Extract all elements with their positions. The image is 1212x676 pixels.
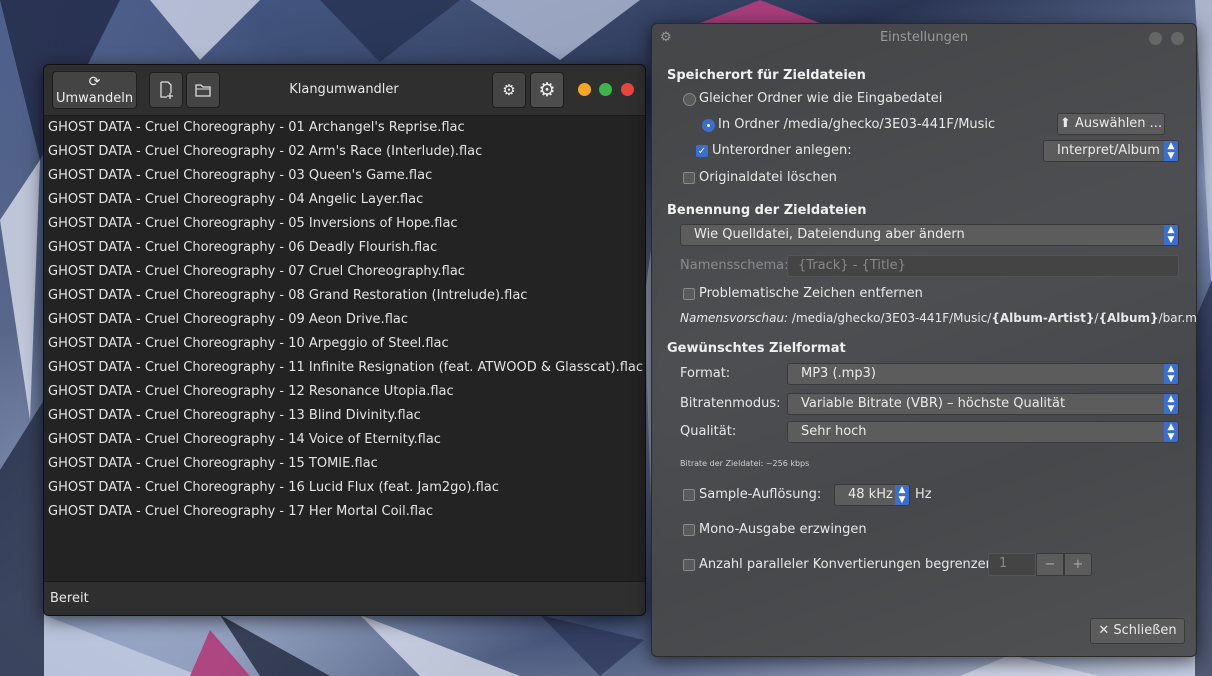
name-preview: Namensvorschau: /media/ghecko/3E03-441F/… xyxy=(680,311,1197,325)
add-folder-button[interactable] xyxy=(186,72,220,108)
list-item[interactable]: GHOST DATA - Cruel Choreography - 10 Arp… xyxy=(44,332,645,356)
upload-icon: ⬆ xyxy=(1059,116,1071,131)
chevron-updown-icon: ▲ ▼ xyxy=(1164,394,1178,414)
naming-select[interactable]: Wie Quelldatei, Dateiendung aber ändern … xyxy=(680,224,1179,246)
close-dialog-button[interactable] xyxy=(1171,32,1184,45)
sample-label: Sample-Auflösung: xyxy=(699,487,822,502)
subfolder-checkbox[interactable]: ✓ xyxy=(696,145,708,157)
header-bar: ⟳ Umwandeln Klangumwandler ⚙ ⚙ xyxy=(44,65,645,116)
list-item[interactable]: GHOST DATA - Cruel Choreography - 11 Inf… xyxy=(44,356,645,380)
sample-unit: Hz xyxy=(915,487,932,502)
preview-file: /bar.mp3 xyxy=(1158,311,1197,325)
file-list[interactable]: GHOST DATA - Cruel Choreography - 01 Arc… xyxy=(44,116,645,524)
add-file-button[interactable] xyxy=(149,72,183,108)
convert-label: Umwandeln xyxy=(55,90,134,106)
same-folder-label: Gleicher Ordner wie die Eingabedatei xyxy=(699,91,943,106)
parallel-checkbox[interactable] xyxy=(683,559,695,571)
list-item[interactable]: GHOST DATA - Cruel Choreography - 07 Cru… xyxy=(44,260,645,284)
bitrate-note: Bitrate der Zieldatei: ~256 kbps xyxy=(680,459,810,468)
delete-original-label: Originaldatei löschen xyxy=(699,170,837,185)
bitrate-mode-label: Bitratenmodus: xyxy=(680,396,781,411)
mono-checkbox[interactable] xyxy=(683,524,695,536)
convert-button[interactable]: ⟳ Umwandeln xyxy=(52,71,137,109)
delete-original-checkbox[interactable] xyxy=(683,172,695,184)
subfolder-value: Interpret/Album xyxy=(1057,143,1160,158)
subfolder-select[interactable]: Interpret/Album ▲ ▼ xyxy=(1043,140,1179,162)
gear-icon: ⚙ xyxy=(502,81,516,99)
section-location-heading: Speicherort für Zieldateien xyxy=(667,68,866,83)
remove-chars-label: Problematische Zeichen entfernen xyxy=(699,286,923,301)
format-value: MP3 (.mp3) xyxy=(801,366,876,381)
close-button[interactable]: ✕ Schließen xyxy=(1090,618,1185,644)
sample-value: 48 kHz xyxy=(848,487,893,502)
minimize-button[interactable] xyxy=(1149,32,1162,45)
choose-folder-label: Auswählen ... xyxy=(1074,116,1163,131)
chevron-updown-icon: ▲ ▼ xyxy=(895,485,909,505)
list-item[interactable]: GHOST DATA - Cruel Choreography - 13 Bli… xyxy=(44,404,645,428)
increment-button[interactable]: + xyxy=(1064,553,1092,576)
bitrate-mode-value: Variable Bitrate (VBR) – höchste Qualitä… xyxy=(801,396,1066,411)
choose-folder-button[interactable]: ⬆ Auswählen ... xyxy=(1057,113,1165,135)
same-folder-radio[interactable] xyxy=(683,93,696,106)
settings-button[interactable]: ⚙ xyxy=(530,72,564,108)
quality-value: Sehr hoch xyxy=(801,424,867,439)
subfolder-label: Unterordner anlegen: xyxy=(712,143,852,158)
decrement-button[interactable]: − xyxy=(1036,553,1064,576)
dialog-title: Einstellungen xyxy=(879,30,969,45)
list-item[interactable]: GHOST DATA - Cruel Choreography - 04 Ang… xyxy=(44,188,645,212)
list-item[interactable]: GHOST DATA - Cruel Choreography - 14 Voi… xyxy=(44,428,645,452)
status-bar: Bereit xyxy=(44,581,645,615)
section-naming-heading: Benennung der Zieldateien xyxy=(667,203,867,218)
list-item[interactable]: GHOST DATA - Cruel Choreography - 02 Arm… xyxy=(44,140,645,164)
list-item[interactable]: GHOST DATA - Cruel Choreography - 15 TOM… xyxy=(44,452,645,476)
refresh-icon: ⟳ xyxy=(88,73,101,90)
settings-dialog: ⚙ Einstellungen Speicherort für Zieldate… xyxy=(651,23,1197,657)
close-window-button[interactable] xyxy=(621,83,634,96)
preview-album: {Album} xyxy=(1098,311,1159,325)
format-label: Format: xyxy=(680,366,731,381)
chevron-updown-icon: ▲ ▼ xyxy=(1164,364,1178,384)
mono-label: Mono-Ausgabe erzwingen xyxy=(699,522,867,537)
maximize-button[interactable] xyxy=(599,83,612,96)
section-format-heading: Gewünschtes Zielformat xyxy=(667,341,846,356)
schema-label: Namensschema: xyxy=(680,258,789,273)
preview-label: Namensvorschau: xyxy=(680,311,789,325)
chevron-updown-icon: ▲ ▼ xyxy=(1164,225,1178,245)
chevron-updown-icon: ▲ ▼ xyxy=(1164,141,1178,161)
preferences-button[interactable]: ⚙ xyxy=(492,72,526,108)
list-item[interactable]: GHOST DATA - Cruel Choreography - 01 Arc… xyxy=(44,116,645,140)
schema-input[interactable]: {Track} - {Title} xyxy=(787,255,1179,277)
add-file-icon xyxy=(160,81,173,99)
close-icon: ✕ xyxy=(1098,623,1110,638)
list-item[interactable]: GHOST DATA - Cruel Choreography - 06 Dea… xyxy=(44,236,645,260)
gear-large-icon: ⚙ xyxy=(538,79,556,101)
format-select[interactable]: MP3 (.mp3) ▲ ▼ xyxy=(787,363,1179,385)
naming-value: Wie Quelldatei, Dateiendung aber ändern xyxy=(694,227,965,242)
in-folder-radio[interactable] xyxy=(702,119,715,132)
parallel-input[interactable]: 1 xyxy=(988,553,1036,576)
folder-icon xyxy=(195,84,211,97)
list-item[interactable]: GHOST DATA - Cruel Choreography - 16 Luc… xyxy=(44,476,645,500)
main-window: ⟳ Umwandeln Klangumwandler ⚙ ⚙ GHOST DAT… xyxy=(43,64,646,616)
list-item[interactable]: GHOST DATA - Cruel Choreography - 05 Inv… xyxy=(44,212,645,236)
preview-path: /media/ghecko/3E03-441F/Music/ xyxy=(788,311,992,325)
list-item[interactable]: GHOST DATA - Cruel Choreography - 12 Res… xyxy=(44,380,645,404)
sample-select[interactable]: 48 kHz ▲ ▼ xyxy=(834,484,910,506)
bitrate-mode-select[interactable]: Variable Bitrate (VBR) – höchste Qualitä… xyxy=(787,393,1179,415)
remove-chars-checkbox[interactable] xyxy=(683,288,695,300)
chevron-updown-icon: ▲ ▼ xyxy=(1164,422,1178,442)
window-title: Klangumwandler xyxy=(289,82,399,97)
quality-select[interactable]: Sehr hoch ▲ ▼ xyxy=(787,421,1179,443)
list-item[interactable]: GHOST DATA - Cruel Choreography - 03 Que… xyxy=(44,164,645,188)
list-item[interactable]: GHOST DATA - Cruel Choreography - 17 Her… xyxy=(44,500,645,524)
quality-label: Qualität: xyxy=(680,424,737,439)
sample-checkbox[interactable] xyxy=(683,489,695,501)
minimize-button[interactable] xyxy=(578,83,591,96)
close-label: Schließen xyxy=(1113,623,1177,638)
list-item[interactable]: GHOST DATA - Cruel Choreography - 09 Aeo… xyxy=(44,308,645,332)
list-item[interactable]: GHOST DATA - Cruel Choreography - 08 Gra… xyxy=(44,284,645,308)
in-folder-label: In Ordner /media/ghecko/3E03-441F/Music xyxy=(718,117,996,132)
parallel-label: Anzahl paralleler Konvertierungen begren… xyxy=(699,557,994,572)
preview-artist: {Album-Artist} xyxy=(991,311,1095,325)
